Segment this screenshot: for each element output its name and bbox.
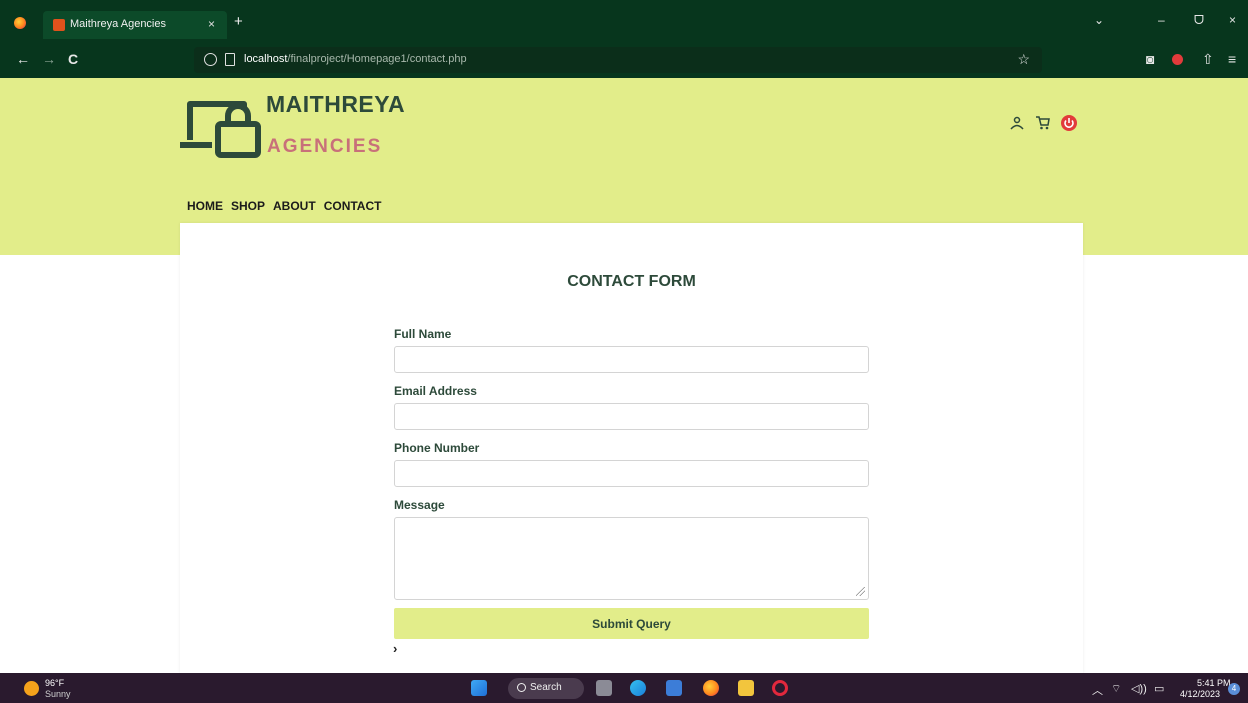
search-label: Search [530,682,562,693]
new-tab-button[interactable]: + [234,13,243,30]
pocket-icon[interactable]: ◙ [1146,51,1154,67]
weather-sun-icon[interactable] [24,681,39,696]
file-explorer-icon[interactable] [738,680,754,696]
contact-card: CONTACT FORM Full Name Email Address Pho… [180,223,1083,673]
taskbar-search[interactable]: Search [508,678,584,699]
site-favicon-icon [53,19,65,31]
tab-title: Maithreya Agencies [70,18,166,30]
notification-badge[interactable]: 4 [1228,683,1240,695]
forward-button[interactable]: → [42,51,56,67]
message-label: Message [394,498,445,512]
power-icon[interactable] [1060,114,1078,132]
extensions-icon[interactable]: ⇧ [1202,51,1214,68]
header-actions [1008,114,1078,132]
nav-about[interactable]: ABOUT [273,199,316,213]
back-button[interactable]: ← [16,51,30,67]
firefox-icon [14,17,26,29]
minimize-button[interactable]: – [1158,13,1165,27]
clock-date[interactable]: 4/12/2023 [1180,689,1220,699]
phone-label: Phone Number [394,441,480,455]
search-icon [517,683,526,692]
submit-button[interactable]: Submit Query [394,608,869,639]
brand-name: MAITHREYA [266,91,406,117]
form-title: CONTACT FORM [567,273,696,290]
nav-home[interactable]: HOME [187,199,223,213]
list-tabs-icon[interactable]: ⌄ [1094,13,1104,27]
bookmark-star-icon[interactable]: ☆ [1017,51,1030,68]
reload-button[interactable]: C [68,51,78,67]
edge-icon[interactable] [630,680,646,696]
taskbar: 96°F Sunny Search ︿ ⌔ ◁)) ▭ 5:41 PM 4/12… [0,673,1248,703]
nav-contact[interactable]: CONTACT [324,199,382,213]
browser-tab[interactable]: Maithreya Agencies × [43,11,227,39]
full-name-label: Full Name [394,327,452,341]
tray-chevron-icon[interactable]: ︿ [1092,682,1103,698]
tracking-shield-icon[interactable] [204,53,217,66]
opera-icon[interactable] [772,680,788,696]
extension-icon[interactable] [1172,54,1183,65]
email-label: Email Address [394,384,477,398]
message-field[interactable] [394,517,869,600]
url-text[interactable]: localhost/finalproject/Homepage1/contact… [244,53,467,65]
browser-tab-bar: Maithreya Agencies × + ⌄ – ᗜ × [0,0,1248,42]
app-menu-icon[interactable]: ≡ [1228,51,1236,67]
email-field[interactable] [394,403,869,430]
weather-temp[interactable]: 96°F [45,678,64,688]
full-name-field[interactable] [394,346,869,373]
phone-field[interactable] [394,460,869,487]
chevron-right-icon[interactable]: › [393,641,397,656]
url-path: /finalproject/Homepage1/contact.php [287,53,467,65]
resize-grip-icon[interactable] [856,587,865,596]
page-info-icon[interactable] [225,53,235,66]
store-icon[interactable] [666,680,682,696]
start-icon[interactable] [471,680,487,696]
nav-shop[interactable]: SHOP [231,199,265,213]
url-host: localhost [244,53,288,65]
browser-nav-bar: ← → C localhost/finalproject/Homepage1/c… [0,42,1248,78]
weather-desc[interactable]: Sunny [45,689,71,699]
task-view-icon[interactable] [596,680,612,696]
address-bar[interactable]: localhost/finalproject/Homepage1/contact… [194,47,1042,73]
wifi-icon[interactable]: ⌔ [1111,682,1121,696]
restore-button[interactable]: ᗜ [1194,13,1204,28]
logo-icon[interactable] [180,96,262,158]
close-window-button[interactable]: × [1229,13,1236,27]
clock-time[interactable]: 5:41 PM [1197,678,1231,688]
cart-icon[interactable] [1034,114,1052,132]
tab-close-icon[interactable]: × [208,17,215,31]
firefox-taskbar-icon[interactable] [703,680,719,696]
volume-icon[interactable]: ◁)) [1131,682,1147,695]
user-icon[interactable] [1008,114,1026,132]
main-nav: HOME SHOP ABOUT CONTACT [187,199,381,213]
brand-subtitle: AGENCIES [267,136,383,157]
battery-icon[interactable]: ▭ [1154,682,1164,695]
